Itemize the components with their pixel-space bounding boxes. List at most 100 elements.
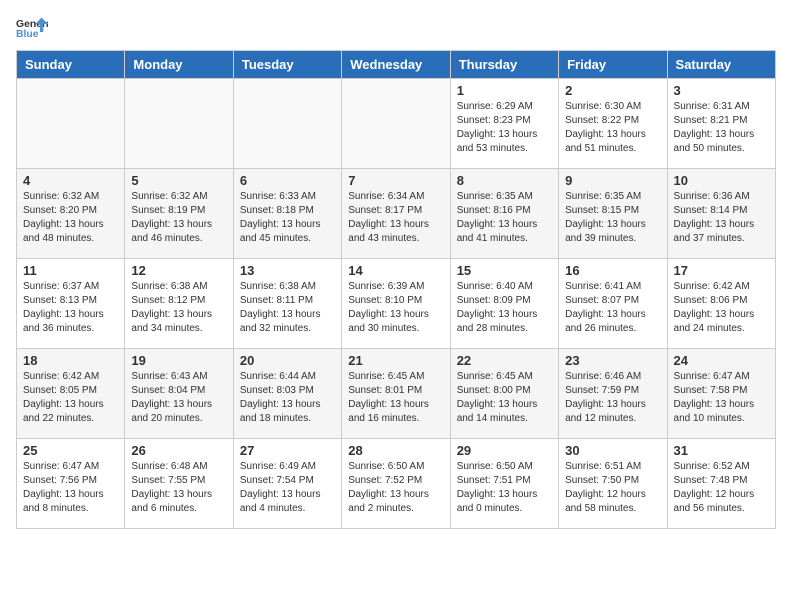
- calendar-cell: [17, 79, 125, 169]
- week-row-5: 25 Sunrise: 6:47 AM Sunset: 7:56 PM Dayli…: [17, 439, 776, 529]
- day-number: 20: [240, 353, 335, 368]
- calendar-cell: 30 Sunrise: 6:51 AM Sunset: 7:50 PM Dayli…: [559, 439, 667, 529]
- calendar-cell: 27 Sunrise: 6:49 AM Sunset: 7:54 PM Dayli…: [233, 439, 341, 529]
- day-info: Sunrise: 6:31 AM Sunset: 8:21 PM Dayligh…: [674, 100, 769, 156]
- day-number: 10: [674, 173, 769, 188]
- day-number: 8: [457, 173, 552, 188]
- day-info: Sunrise: 6:49 AM Sunset: 7:54 PM Dayligh…: [240, 460, 335, 516]
- day-number: 16: [565, 263, 660, 278]
- calendar-cell: 2 Sunrise: 6:30 AM Sunset: 8:22 PM Daylig…: [559, 79, 667, 169]
- day-number: 19: [131, 353, 226, 368]
- calendar-cell: 20 Sunrise: 6:44 AM Sunset: 8:03 PM Dayli…: [233, 349, 341, 439]
- day-number: 21: [348, 353, 443, 368]
- day-number: 22: [457, 353, 552, 368]
- day-number: 24: [674, 353, 769, 368]
- day-info: Sunrise: 6:38 AM Sunset: 8:11 PM Dayligh…: [240, 280, 335, 336]
- day-info: Sunrise: 6:35 AM Sunset: 8:15 PM Dayligh…: [565, 190, 660, 246]
- day-number: 18: [23, 353, 118, 368]
- day-number: 6: [240, 173, 335, 188]
- day-number: 27: [240, 443, 335, 458]
- day-info: Sunrise: 6:41 AM Sunset: 8:07 PM Dayligh…: [565, 280, 660, 336]
- dow-header-monday: Monday: [125, 51, 233, 79]
- day-info: Sunrise: 6:47 AM Sunset: 7:56 PM Dayligh…: [23, 460, 118, 516]
- calendar-cell: 5 Sunrise: 6:32 AM Sunset: 8:19 PM Daylig…: [125, 169, 233, 259]
- day-number: 28: [348, 443, 443, 458]
- days-of-week-header: SundayMondayTuesdayWednesdayThursdayFrid…: [17, 51, 776, 79]
- day-info: Sunrise: 6:32 AM Sunset: 8:20 PM Dayligh…: [23, 190, 118, 246]
- day-info: Sunrise: 6:36 AM Sunset: 8:14 PM Dayligh…: [674, 190, 769, 246]
- day-info: Sunrise: 6:50 AM Sunset: 7:51 PM Dayligh…: [457, 460, 552, 516]
- day-info: Sunrise: 6:29 AM Sunset: 8:23 PM Dayligh…: [457, 100, 552, 156]
- calendar-cell: 9Sunrise: 6:35 AM Sunset: 8:15 PM Daylig…: [559, 169, 667, 259]
- calendar-cell: 29 Sunrise: 6:50 AM Sunset: 7:51 PM Dayli…: [450, 439, 558, 529]
- day-number: 2: [565, 83, 660, 98]
- calendar-cell: 10 Sunrise: 6:36 AM Sunset: 8:14 PM Dayli…: [667, 169, 775, 259]
- calendar-cell: 28 Sunrise: 6:50 AM Sunset: 7:52 PM Dayli…: [342, 439, 450, 529]
- calendar-cell: 6 Sunrise: 6:33 AM Sunset: 8:18 PM Daylig…: [233, 169, 341, 259]
- day-info: Sunrise: 6:45 AM Sunset: 8:00 PM Dayligh…: [457, 370, 552, 426]
- day-number: 29: [457, 443, 552, 458]
- dow-header-wednesday: Wednesday: [342, 51, 450, 79]
- week-row-2: 4Sunrise: 6:32 AM Sunset: 8:20 PM Daylig…: [17, 169, 776, 259]
- calendar-cell: 21 Sunrise: 6:45 AM Sunset: 8:01 PM Dayli…: [342, 349, 450, 439]
- dow-header-friday: Friday: [559, 51, 667, 79]
- day-info: Sunrise: 6:48 AM Sunset: 7:55 PM Dayligh…: [131, 460, 226, 516]
- header: General Blue: [16, 16, 776, 40]
- calendar-cell: 11Sunrise: 6:37 AM Sunset: 8:13 PM Dayli…: [17, 259, 125, 349]
- calendar-cell: [233, 79, 341, 169]
- calendar-cell: 4Sunrise: 6:32 AM Sunset: 8:20 PM Daylig…: [17, 169, 125, 259]
- calendar-cell: 17 Sunrise: 6:42 AM Sunset: 8:06 PM Dayli…: [667, 259, 775, 349]
- day-info: Sunrise: 6:32 AM Sunset: 8:19 PM Dayligh…: [131, 190, 226, 246]
- day-number: 14: [348, 263, 443, 278]
- day-info: Sunrise: 6:42 AM Sunset: 8:06 PM Dayligh…: [674, 280, 769, 336]
- calendar-cell: 12 Sunrise: 6:38 AM Sunset: 8:12 PM Dayli…: [125, 259, 233, 349]
- calendar-cell: 23Sunrise: 6:46 AM Sunset: 7:59 PM Dayli…: [559, 349, 667, 439]
- day-number: 26: [131, 443, 226, 458]
- dow-header-tuesday: Tuesday: [233, 51, 341, 79]
- calendar-cell: 19 Sunrise: 6:43 AM Sunset: 8:04 PM Dayli…: [125, 349, 233, 439]
- calendar-cell: 15 Sunrise: 6:40 AM Sunset: 8:09 PM Dayli…: [450, 259, 558, 349]
- dow-header-sunday: Sunday: [17, 51, 125, 79]
- logo-icon: General Blue: [16, 16, 48, 40]
- calendar-cell: [342, 79, 450, 169]
- day-number: 17: [674, 263, 769, 278]
- calendar-cell: 31Sunrise: 6:52 AM Sunset: 7:48 PM Dayli…: [667, 439, 775, 529]
- day-number: 25: [23, 443, 118, 458]
- day-number: 30: [565, 443, 660, 458]
- day-info: Sunrise: 6:40 AM Sunset: 8:09 PM Dayligh…: [457, 280, 552, 336]
- calendar-cell: 8Sunrise: 6:35 AM Sunset: 8:16 PM Daylig…: [450, 169, 558, 259]
- day-info: Sunrise: 6:39 AM Sunset: 8:10 PM Dayligh…: [348, 280, 443, 336]
- day-info: Sunrise: 6:42 AM Sunset: 8:05 PM Dayligh…: [23, 370, 118, 426]
- calendar-cell: 24Sunrise: 6:47 AM Sunset: 7:58 PM Dayli…: [667, 349, 775, 439]
- calendar-cell: 3Sunrise: 6:31 AM Sunset: 8:21 PM Daylig…: [667, 79, 775, 169]
- calendar-cell: 25 Sunrise: 6:47 AM Sunset: 7:56 PM Dayli…: [17, 439, 125, 529]
- calendar-cell: 1 Sunrise: 6:29 AM Sunset: 8:23 PM Daylig…: [450, 79, 558, 169]
- day-info: Sunrise: 6:45 AM Sunset: 8:01 PM Dayligh…: [348, 370, 443, 426]
- day-info: Sunrise: 6:43 AM Sunset: 8:04 PM Dayligh…: [131, 370, 226, 426]
- day-info: Sunrise: 6:52 AM Sunset: 7:48 PM Dayligh…: [674, 460, 769, 516]
- week-row-3: 11Sunrise: 6:37 AM Sunset: 8:13 PM Dayli…: [17, 259, 776, 349]
- day-info: Sunrise: 6:33 AM Sunset: 8:18 PM Dayligh…: [240, 190, 335, 246]
- day-info: Sunrise: 6:38 AM Sunset: 8:12 PM Dayligh…: [131, 280, 226, 336]
- calendar-cell: [125, 79, 233, 169]
- day-info: Sunrise: 6:44 AM Sunset: 8:03 PM Dayligh…: [240, 370, 335, 426]
- dow-header-saturday: Saturday: [667, 51, 775, 79]
- calendar-body: 1 Sunrise: 6:29 AM Sunset: 8:23 PM Daylig…: [17, 79, 776, 529]
- logo: General Blue: [16, 16, 48, 40]
- day-info: Sunrise: 6:50 AM Sunset: 7:52 PM Dayligh…: [348, 460, 443, 516]
- calendar: SundayMondayTuesdayWednesdayThursdayFrid…: [16, 50, 776, 529]
- day-info: Sunrise: 6:34 AM Sunset: 8:17 PM Dayligh…: [348, 190, 443, 246]
- week-row-1: 1 Sunrise: 6:29 AM Sunset: 8:23 PM Daylig…: [17, 79, 776, 169]
- day-info: Sunrise: 6:30 AM Sunset: 8:22 PM Dayligh…: [565, 100, 660, 156]
- day-number: 1: [457, 83, 552, 98]
- day-info: Sunrise: 6:51 AM Sunset: 7:50 PM Dayligh…: [565, 460, 660, 516]
- svg-text:Blue: Blue: [16, 29, 39, 40]
- calendar-cell: 14 Sunrise: 6:39 AM Sunset: 8:10 PM Dayli…: [342, 259, 450, 349]
- calendar-cell: 18 Sunrise: 6:42 AM Sunset: 8:05 PM Dayli…: [17, 349, 125, 439]
- day-number: 5: [131, 173, 226, 188]
- calendar-cell: 13Sunrise: 6:38 AM Sunset: 8:11 PM Dayli…: [233, 259, 341, 349]
- calendar-cell: 22 Sunrise: 6:45 AM Sunset: 8:00 PM Dayli…: [450, 349, 558, 439]
- day-number: 12: [131, 263, 226, 278]
- day-info: Sunrise: 6:37 AM Sunset: 8:13 PM Dayligh…: [23, 280, 118, 336]
- day-number: 15: [457, 263, 552, 278]
